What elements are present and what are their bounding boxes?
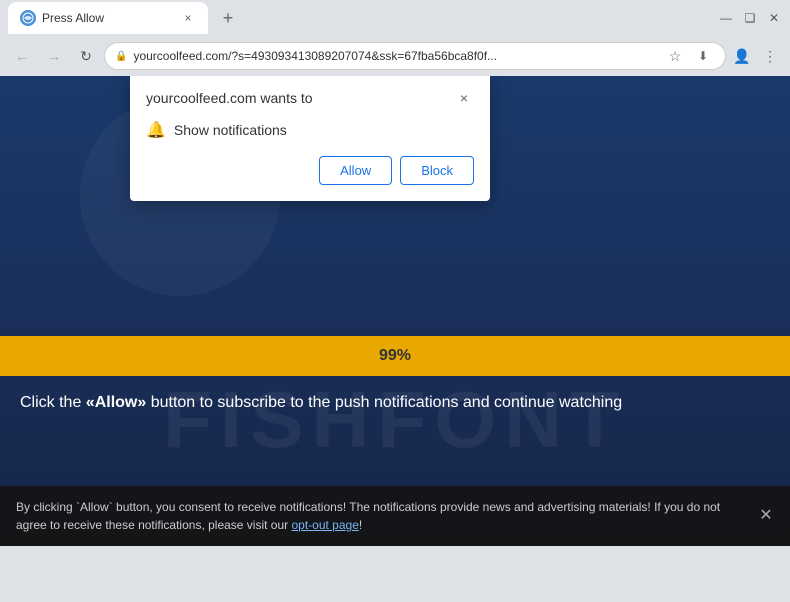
tab-favicon [20,10,36,26]
profile-button[interactable]: 👤 [730,44,754,68]
allow-highlight: «Allow» [86,394,146,411]
download-icon: ⬇ [691,44,715,68]
consent-text-end: ! [359,518,362,532]
address-input-bar[interactable]: 🔒 yourcoolfeed.com/?s=493093413089207074… [104,42,726,70]
url-text: yourcoolfeed.com/?s=493093413089207074&s… [133,49,657,63]
popup-buttons: Allow Block [146,156,474,185]
bottom-bar-close-button[interactable]: ✕ [754,504,778,528]
minimize-button[interactable]: — [718,10,734,26]
block-button[interactable]: Block [400,156,474,185]
forward-button[interactable]: → [40,42,68,70]
close-window-button[interactable]: ✕ [766,10,782,26]
instruction-label: Click the «Allow» button to subscribe to… [20,394,622,411]
progress-percent-text: 99% [379,347,411,365]
popup-notification-row: 🔔 Show notifications [146,120,474,140]
title-bar: Press Allow × + — ❑ ✕ [0,0,790,36]
address-bar: ← → ↻ 🔒 yourcoolfeed.com/?s=493093413089… [0,36,790,76]
popup-close-button[interactable]: × [454,88,474,108]
tab-area: Press Allow × + [8,2,242,34]
progress-bar: 99% [0,336,790,376]
bell-icon: 🔔 [146,120,166,140]
opt-out-link[interactable]: opt-out page [291,518,358,532]
new-tab-button[interactable]: + [214,4,242,32]
maximize-button[interactable]: ❑ [742,10,758,26]
popup-title-text: yourcoolfeed.com wants to [146,90,313,106]
active-tab[interactable]: Press Allow × [8,2,208,34]
allow-button[interactable]: Allow [319,156,392,185]
menu-button[interactable]: ⋮ [758,44,782,68]
browser-content: yourcoolfeed.com wants to × 🔔 Show notif… [0,76,790,546]
window-controls: — ❑ ✕ [718,10,782,26]
back-button[interactable]: ← [8,42,36,70]
tab-title-text: Press Allow [42,11,174,25]
notification-popup: yourcoolfeed.com wants to × 🔔 Show notif… [130,76,490,201]
notification-label-text: Show notifications [174,122,287,138]
bottom-consent-bar: By clicking `Allow` button, you consent … [0,486,790,546]
address-action-icons: ☆ ⬇ [663,44,715,68]
consent-text: By clicking `Allow` button, you consent … [16,500,720,532]
popup-header: yourcoolfeed.com wants to × [146,88,474,108]
lock-icon: 🔒 [115,51,127,62]
tab-close-btn[interactable]: × [180,10,196,26]
instruction-text: Click the «Allow» button to subscribe to… [0,376,790,430]
bookmark-icon[interactable]: ☆ [663,44,687,68]
refresh-button[interactable]: ↻ [72,42,100,70]
